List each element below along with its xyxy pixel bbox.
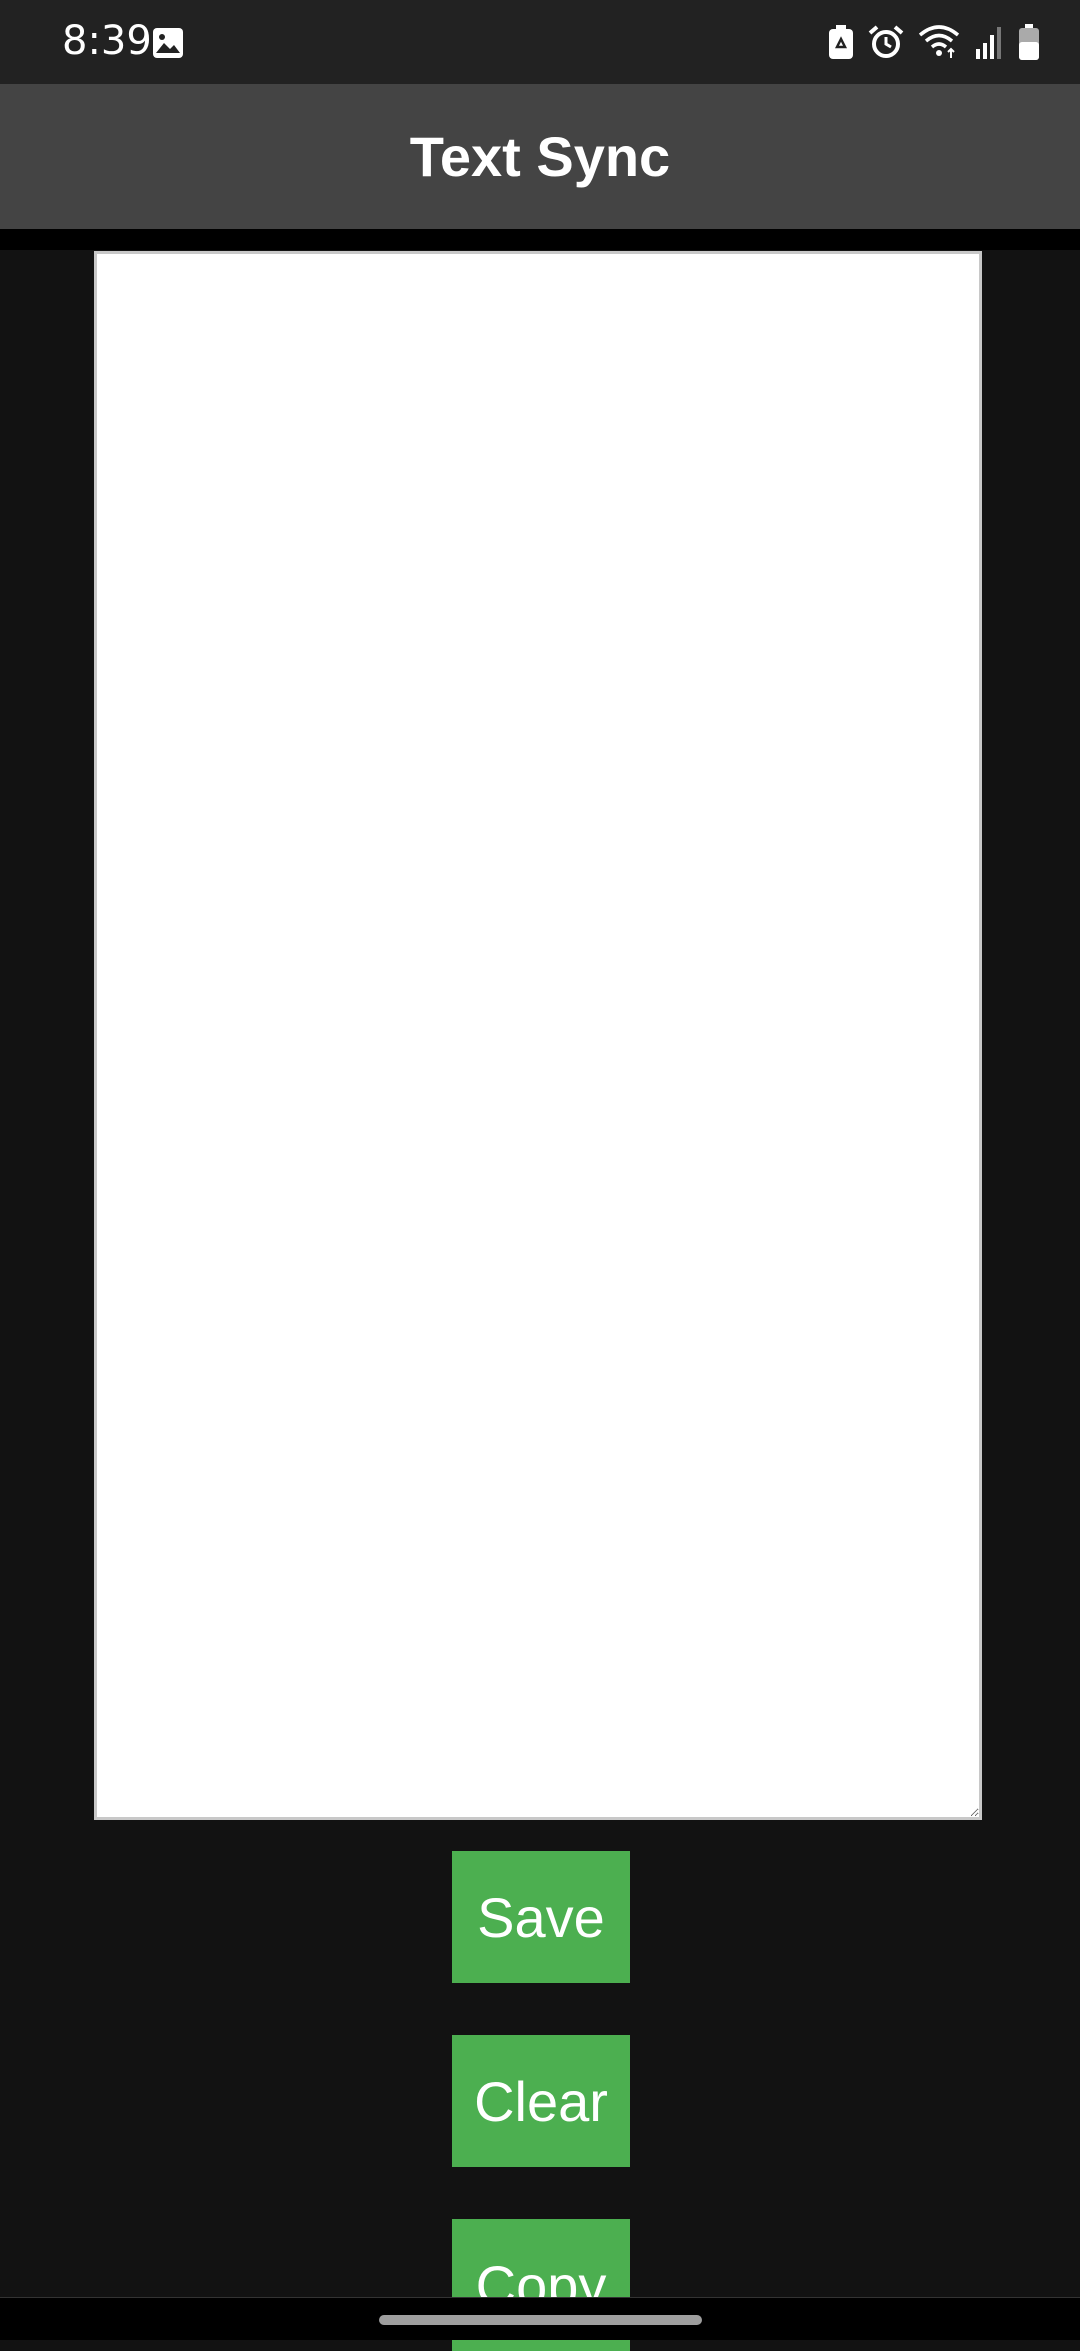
- clear-button[interactable]: Clear: [452, 2035, 630, 2167]
- battery-icon: [1018, 24, 1040, 60]
- status-icons: [828, 22, 1040, 62]
- save-button[interactable]: Save: [452, 1851, 630, 1983]
- app-bar: Text Sync: [0, 84, 1080, 229]
- status-time: 8:39: [62, 18, 152, 64]
- sync-text-area[interactable]: [94, 251, 982, 1820]
- gallery-icon: [152, 27, 184, 59]
- app-bar-divider: [0, 229, 1080, 250]
- app-title: Text Sync: [409, 125, 671, 188]
- battery-saver-icon: [828, 25, 854, 59]
- signal-icon: [974, 25, 1004, 59]
- status-bar: 8:39: [0, 0, 1080, 84]
- wifi-icon: [918, 25, 960, 59]
- alarm-icon: [868, 25, 904, 59]
- home-gesture-handle[interactable]: [379, 2315, 702, 2325]
